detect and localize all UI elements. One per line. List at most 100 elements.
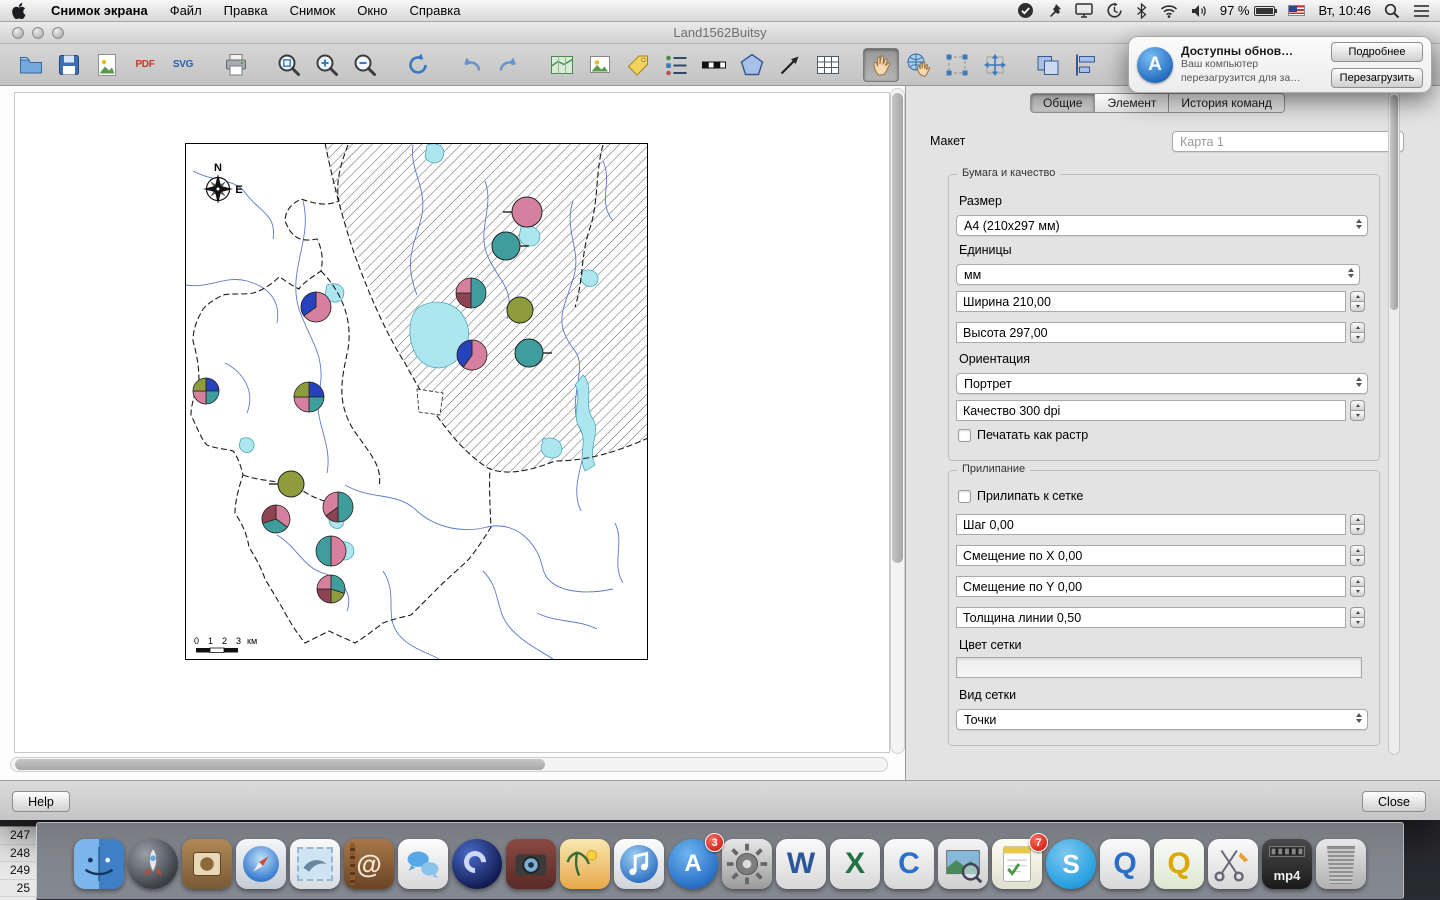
save-template-button[interactable] <box>51 48 87 82</box>
open-template-button[interactable] <box>13 48 49 82</box>
battery-status[interactable]: 97 % <box>1220 3 1276 18</box>
menu-help[interactable]: Справка <box>398 3 471 18</box>
height-input[interactable]: Высота 297,00 <box>956 322 1346 343</box>
dock-trash-icon[interactable] <box>1316 839 1366 889</box>
time-machine-icon[interactable] <box>1106 2 1123 19</box>
dock-mail-icon[interactable] <box>290 839 340 889</box>
export-svg-button[interactable]: SVG <box>165 48 201 82</box>
menu-capture[interactable]: Снимок <box>279 3 347 18</box>
dock-photo-viewer-icon[interactable] <box>938 839 988 889</box>
menu-clock[interactable]: Вт, 10:46 <box>1318 3 1371 18</box>
status-check-icon[interactable] <box>1017 2 1034 19</box>
size-select[interactable]: A4 (210x297 мм) <box>956 215 1368 236</box>
add-image-button[interactable] <box>582 48 618 82</box>
align-items-button[interactable] <box>1068 48 1104 82</box>
tab-command-history[interactable]: История команд <box>1169 93 1284 113</box>
print-button[interactable] <box>218 48 254 82</box>
dock-skype-icon[interactable]: S <box>1046 839 1096 889</box>
refresh-view-button[interactable] <box>400 48 436 82</box>
tab-general[interactable]: Общие <box>1030 93 1095 113</box>
offset-y-input[interactable]: Смещение по Y 0,00 <box>956 576 1346 597</box>
dock-system-preferences-icon[interactable] <box>722 839 772 889</box>
close-button[interactable]: Close <box>1362 791 1426 812</box>
map-canvas[interactable]: N E 0 1 2 3 км <box>185 143 648 660</box>
dock-iphoto-icon[interactable] <box>560 839 610 889</box>
dock-safari-icon[interactable] <box>236 839 286 889</box>
dock-photo-booth-icon[interactable] <box>506 839 556 889</box>
spotlight-icon[interactable] <box>1384 3 1400 19</box>
dock-itunes-icon[interactable] <box>614 839 664 889</box>
help-button[interactable]: Help <box>12 791 70 812</box>
vscroll-thumb[interactable] <box>892 93 903 563</box>
dock-c-app-icon[interactable]: C <box>884 839 934 889</box>
restart-button[interactable]: Перезагрузить <box>1331 68 1423 88</box>
group-items-button[interactable] <box>1030 48 1066 82</box>
dock-app-store-icon[interactable]: A3 <box>668 839 718 889</box>
display-icon[interactable] <box>1075 3 1093 18</box>
offset-y-stepper[interactable] <box>1350 576 1365 597</box>
dock-tasks-icon[interactable]: 7 <box>992 839 1042 889</box>
units-select[interactable]: мм <box>956 264 1360 285</box>
add-legend-button[interactable] <box>658 48 694 82</box>
quality-input[interactable]: Качество 300 dpi <box>956 400 1346 421</box>
line-width-stepper[interactable] <box>1350 607 1365 628</box>
apple-menu[interactable] <box>0 3 40 19</box>
width-input[interactable]: Ширина 210,00 <box>956 291 1346 312</box>
redo-button[interactable] <box>491 48 527 82</box>
dock-excel-icon[interactable]: X <box>830 839 880 889</box>
tab-item[interactable]: Элемент <box>1095 93 1169 113</box>
panel-scrollbar[interactable] <box>1388 91 1400 755</box>
grid-step-stepper[interactable] <box>1350 514 1365 535</box>
line-width-input[interactable]: Толщина линии 0,50 <box>956 607 1346 628</box>
export-pdf-button[interactable]: PDF <box>127 48 163 82</box>
zoom-full-button[interactable] <box>271 48 307 82</box>
undo-button[interactable] <box>453 48 489 82</box>
export-image-button[interactable] <box>89 48 125 82</box>
quality-stepper[interactable] <box>1350 400 1365 421</box>
width-stepper[interactable] <box>1350 291 1365 312</box>
add-table-button[interactable] <box>810 48 846 82</box>
zoom-content-button[interactable] <box>901 48 937 82</box>
dock-finder-icon[interactable] <box>74 839 124 889</box>
grid-step-input[interactable]: Шаг 0,00 <box>956 514 1346 535</box>
zoom-window-button[interactable] <box>52 27 64 39</box>
height-stepper[interactable] <box>1350 322 1365 343</box>
orientation-select[interactable]: Портрет <box>956 373 1368 394</box>
zoom-out-button[interactable] <box>347 48 383 82</box>
dock-contacts-icon[interactable]: @ <box>344 839 394 889</box>
volume-icon[interactable] <box>1191 4 1207 18</box>
dock-design-app-icon[interactable] <box>1208 839 1258 889</box>
dock-launchpad-icon[interactable] <box>128 839 178 889</box>
menu-edit[interactable]: Правка <box>213 3 279 18</box>
dock-word-icon[interactable]: W <box>776 839 826 889</box>
add-shape-button[interactable] <box>734 48 770 82</box>
add-arrow-button[interactable] <box>772 48 808 82</box>
snap-grid-checkbox[interactable] <box>958 490 971 503</box>
push-pin-icon[interactable] <box>1047 3 1062 19</box>
dock-qgis-icon[interactable]: Q <box>1154 839 1204 889</box>
dock-media-app-icon[interactable] <box>182 839 232 889</box>
menu-window[interactable]: Окно <box>346 3 398 18</box>
select-move-item-button[interactable] <box>939 48 975 82</box>
details-button[interactable]: Подробнее <box>1331 42 1423 62</box>
input-language-flag-icon[interactable] <box>1288 5 1305 16</box>
grid-style-select[interactable]: Точки <box>956 709 1368 730</box>
minimize-window-button[interactable] <box>32 27 44 39</box>
offset-x-input[interactable]: Смещение по X 0,00 <box>956 545 1346 566</box>
grid-color-well[interactable] <box>956 657 1362 678</box>
canvas-horizontal-scrollbar[interactable] <box>10 757 888 772</box>
panel-scrollbar-thumb[interactable] <box>1390 95 1398 310</box>
add-map-button[interactable] <box>544 48 580 82</box>
close-window-button[interactable] <box>12 27 24 39</box>
snap-grid-checkbox-row[interactable]: Прилипать к сетке <box>958 489 1083 503</box>
layout-select[interactable]: Карта 1 <box>1172 131 1404 152</box>
composition-canvas[interactable]: N E 0 1 2 3 км <box>0 86 906 780</box>
dock-quicktime-icon[interactable] <box>452 839 502 889</box>
add-scalebar-button[interactable] <box>696 48 732 82</box>
zoom-in-button[interactable] <box>309 48 345 82</box>
notification-center-icon[interactable] <box>1413 4 1430 18</box>
pan-tool-button[interactable] <box>863 48 899 82</box>
offset-x-stepper[interactable] <box>1350 545 1365 566</box>
canvas-vertical-scrollbar[interactable] <box>890 88 905 754</box>
print-raster-checkbox-row[interactable]: Печатать как растр <box>958 428 1088 442</box>
